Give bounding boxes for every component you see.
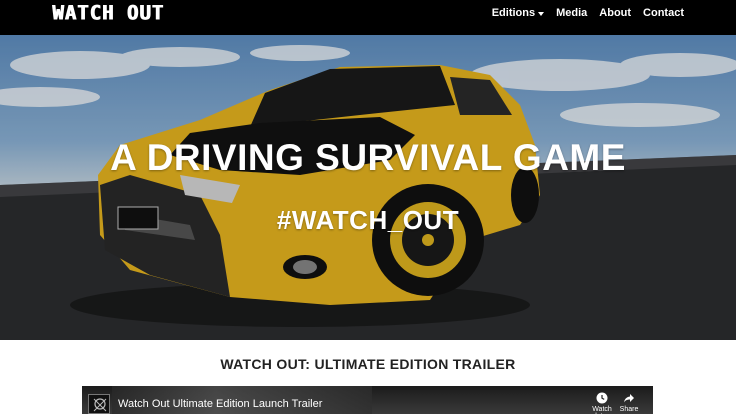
- video-title[interactable]: Watch Out Ultimate Edition Launch Traile…: [118, 398, 322, 410]
- nav-links: Editions Media About Contact: [492, 7, 684, 19]
- top-navbar: WATCH OUT Editions Media About Contact: [0, 0, 736, 35]
- nav-item-editions-label: Editions: [491, 7, 536, 19]
- video-player[interactable]: Watch Out Ultimate Edition Launch Traile…: [82, 386, 653, 414]
- hero-overlay: [0, 35, 736, 340]
- share-icon: [614, 392, 644, 406]
- clock-icon: [587, 392, 617, 406]
- watch-later-button[interactable]: Watch later: [587, 392, 617, 414]
- hero-title: A DRIVING SURVIVAL GAME: [110, 137, 626, 178]
- nav-item-contact[interactable]: Contact: [643, 7, 684, 19]
- share-button[interactable]: Share: [614, 392, 644, 413]
- brand-logo[interactable]: WATCH OUT: [52, 1, 164, 24]
- nav-item-contact-label: Contact: [643, 7, 684, 19]
- trailer-heading: WATCH OUT: ULTIMATE EDITION TRAILER: [220, 356, 516, 372]
- watch-later-label: Watch later: [592, 406, 612, 414]
- nav-item-editions[interactable]: Editions: [491, 7, 545, 19]
- nav-item-media[interactable]: Media: [556, 7, 587, 19]
- caret-down-icon: [538, 11, 545, 16]
- hero-tagline: #WATCH_OUT: [276, 205, 460, 235]
- nav-item-about[interactable]: About: [599, 7, 631, 19]
- share-label: Share: [619, 406, 639, 413]
- hero-banner: A DRIVING SURVIVAL GAME #WATCH_OUT: [0, 35, 736, 340]
- nav-item-about-label: About: [599, 7, 632, 19]
- nav-item-media-label: Media: [556, 7, 588, 19]
- channel-avatar[interactable]: [88, 394, 110, 414]
